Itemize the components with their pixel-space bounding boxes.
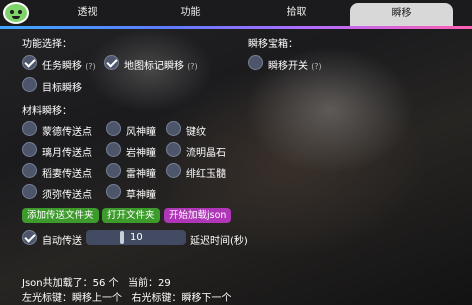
electroculus-checkbox[interactable] xyxy=(106,163,121,178)
key-sigil-checkbox[interactable] xyxy=(166,121,181,136)
delay-time-label: 延迟时间(秒) xyxy=(190,236,248,247)
map-marker-teleport-text: 地图标记瞬移 xyxy=(124,61,184,72)
tab-pickup[interactable]: 拾取 xyxy=(249,0,344,26)
geoculus-checkbox[interactable] xyxy=(106,142,121,157)
task-teleport-label: 任务瞬移 (?) xyxy=(42,57,96,72)
task-teleport-help-icon[interactable]: (?) xyxy=(85,62,96,71)
geoculus-label: 岩神瞳 xyxy=(126,148,156,159)
teleport-switch-help-icon[interactable]: (?) xyxy=(311,62,322,71)
delay-slider-handle[interactable] xyxy=(120,231,124,244)
tab-teleport[interactable]: 瞬移 xyxy=(350,3,453,26)
teleport-switch-text: 瞬移开关 xyxy=(268,61,308,72)
mondstadt-waypoint-label: 蒙德传送点 xyxy=(42,127,92,138)
task-teleport-checkbox[interactable] xyxy=(22,55,37,70)
delay-slider-value: 10 xyxy=(130,232,143,243)
tab-bar: 透视 功能 拾取 瞬移 xyxy=(0,0,472,26)
teleport-switch-label: 瞬移开关 (?) xyxy=(268,57,322,72)
load-json-button[interactable]: 开始加载json xyxy=(164,208,232,223)
target-teleport-checkbox[interactable] xyxy=(22,77,37,92)
dendroculus-checkbox[interactable] xyxy=(106,184,121,199)
inazuma-waypoint-label: 稻妻传送点 xyxy=(42,169,92,180)
liyue-waypoint-checkbox[interactable] xyxy=(22,142,37,157)
json-loaded-status: Json共加载了：56 个 当前：29 xyxy=(22,278,171,289)
dendroculus-label: 草神瞳 xyxy=(126,190,156,201)
map-marker-teleport-help-icon[interactable]: (?) xyxy=(187,62,198,71)
mondstadt-waypoint-checkbox[interactable] xyxy=(22,121,37,136)
map-marker-teleport-checkbox[interactable] xyxy=(104,55,119,70)
app-logo-icon xyxy=(3,2,29,24)
electroculus-label: 雷神瞳 xyxy=(126,169,156,180)
material-teleport-title: 材料瞬移： xyxy=(22,106,72,117)
lumenstone-checkbox[interactable] xyxy=(166,142,181,157)
anemoculus-checkbox[interactable] xyxy=(106,121,121,136)
teleport-chest-title: 瞬移宝箱： xyxy=(248,39,298,50)
sumeru-waypoint-checkbox[interactable] xyxy=(22,184,37,199)
auto-teleport-checkbox[interactable] xyxy=(22,230,37,245)
teleport-panel: 功能选择： 任务瞬移 (?) 地图标记瞬移 (?) 目标瞬移 瞬移宝箱： 瞬移开… xyxy=(0,29,472,305)
app-window: 透视 功能 拾取 瞬移 功能选择： 任务瞬移 (?) 地图标记瞬移 (?) 目标… xyxy=(0,0,472,305)
target-teleport-label: 目标瞬移 xyxy=(42,83,82,94)
tab-xray[interactable]: 透视 xyxy=(40,0,135,26)
teleport-switch-checkbox[interactable] xyxy=(248,55,263,70)
task-teleport-text: 任务瞬移 xyxy=(42,61,82,72)
anemoculus-label: 风神瞳 xyxy=(126,127,156,138)
key-sigil-label: 键纹 xyxy=(186,127,206,138)
crimson-agate-checkbox[interactable] xyxy=(166,163,181,178)
crimson-agate-label: 绯红玉髓 xyxy=(186,169,226,180)
tab-accent-line xyxy=(0,26,472,29)
map-marker-teleport-label: 地图标记瞬移 (?) xyxy=(124,57,198,72)
cursor-key-hint: 左光标键：瞬移上一个 右光标键：瞬移下一个 xyxy=(22,293,232,304)
tab-function[interactable]: 功能 xyxy=(143,0,238,26)
liyue-waypoint-label: 璃月传送点 xyxy=(42,148,92,159)
delay-slider[interactable]: 10 xyxy=(86,230,186,245)
open-folder-button[interactable]: 打开文件夹 xyxy=(102,208,160,223)
auto-teleport-label: 自动传送 xyxy=(42,236,82,247)
lumenstone-label: 流明晶石 xyxy=(186,148,226,159)
function-select-title: 功能选择： xyxy=(22,39,72,50)
sumeru-waypoint-label: 须弥传送点 xyxy=(42,190,92,201)
inazuma-waypoint-checkbox[interactable] xyxy=(22,163,37,178)
add-teleport-folder-button[interactable]: 添加传送文件夹 xyxy=(22,208,99,223)
